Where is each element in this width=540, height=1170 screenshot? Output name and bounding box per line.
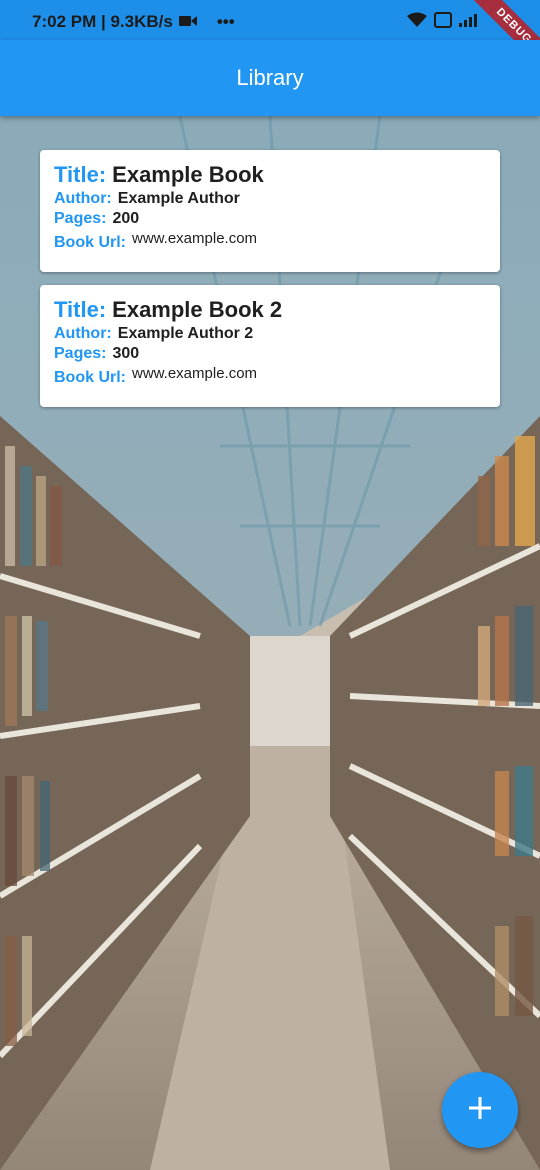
book-pages: 200 — [112, 210, 140, 227]
title-label: Title: — [54, 162, 107, 187]
status-bar: 7:02 PM | 9.3KB/s ••• DEBUG — [0, 0, 540, 76]
book-pages-row: Pages: 300 — [54, 345, 486, 363]
book-author-row: Author: Example Author — [54, 190, 486, 208]
book-card[interactable]: Title: Example Book Author: Example Auth… — [40, 150, 500, 272]
pages-label: Pages: — [54, 345, 107, 362]
video-camera-icon — [178, 12, 197, 32]
add-book-button[interactable] — [442, 1072, 518, 1148]
book-card[interactable]: Title: Example Book 2 Author: Example Au… — [40, 285, 500, 407]
url-label: Book Url: — [54, 369, 126, 386]
author-label: Author: — [54, 190, 112, 207]
book-pages-row: Pages: 200 — [54, 210, 486, 228]
title-label: Title: — [54, 297, 107, 322]
book-url-row: Book Url: www.example.com — [54, 230, 486, 252]
wifi-icon — [406, 12, 428, 33]
book-url-row: Book Url: www.example.com — [54, 365, 486, 387]
book-title: Example Book — [112, 162, 264, 187]
book-author-row: Author: Example Author 2 — [54, 325, 486, 343]
library-background-image — [0, 116, 540, 1170]
book-url[interactable]: www.example.com — [132, 365, 257, 382]
status-right — [406, 12, 480, 33]
signal-icon — [458, 12, 480, 33]
book-author: Example Author 2 — [117, 325, 254, 342]
status-time: 7:02 PM | 9.3KB/s — [32, 12, 173, 31]
app-bar: Library — [0, 40, 540, 116]
plus-icon — [467, 1095, 493, 1126]
author-label: Author: — [54, 325, 112, 342]
more-notifications-icon: ••• — [216, 12, 235, 31]
book-title: Example Book 2 — [112, 297, 283, 322]
volte-icon — [434, 12, 452, 33]
book-pages: 300 — [112, 345, 140, 362]
book-title-row: Title: Example Book 2 — [54, 297, 486, 323]
pages-label: Pages: — [54, 210, 107, 227]
status-left: 7:02 PM | 9.3KB/s ••• — [32, 12, 235, 32]
page-title: Library — [236, 65, 304, 90]
book-url[interactable]: www.example.com — [132, 230, 257, 247]
url-label: Book Url: — [54, 234, 126, 251]
book-title-row: Title: Example Book — [54, 162, 486, 188]
book-author: Example Author — [117, 190, 240, 207]
